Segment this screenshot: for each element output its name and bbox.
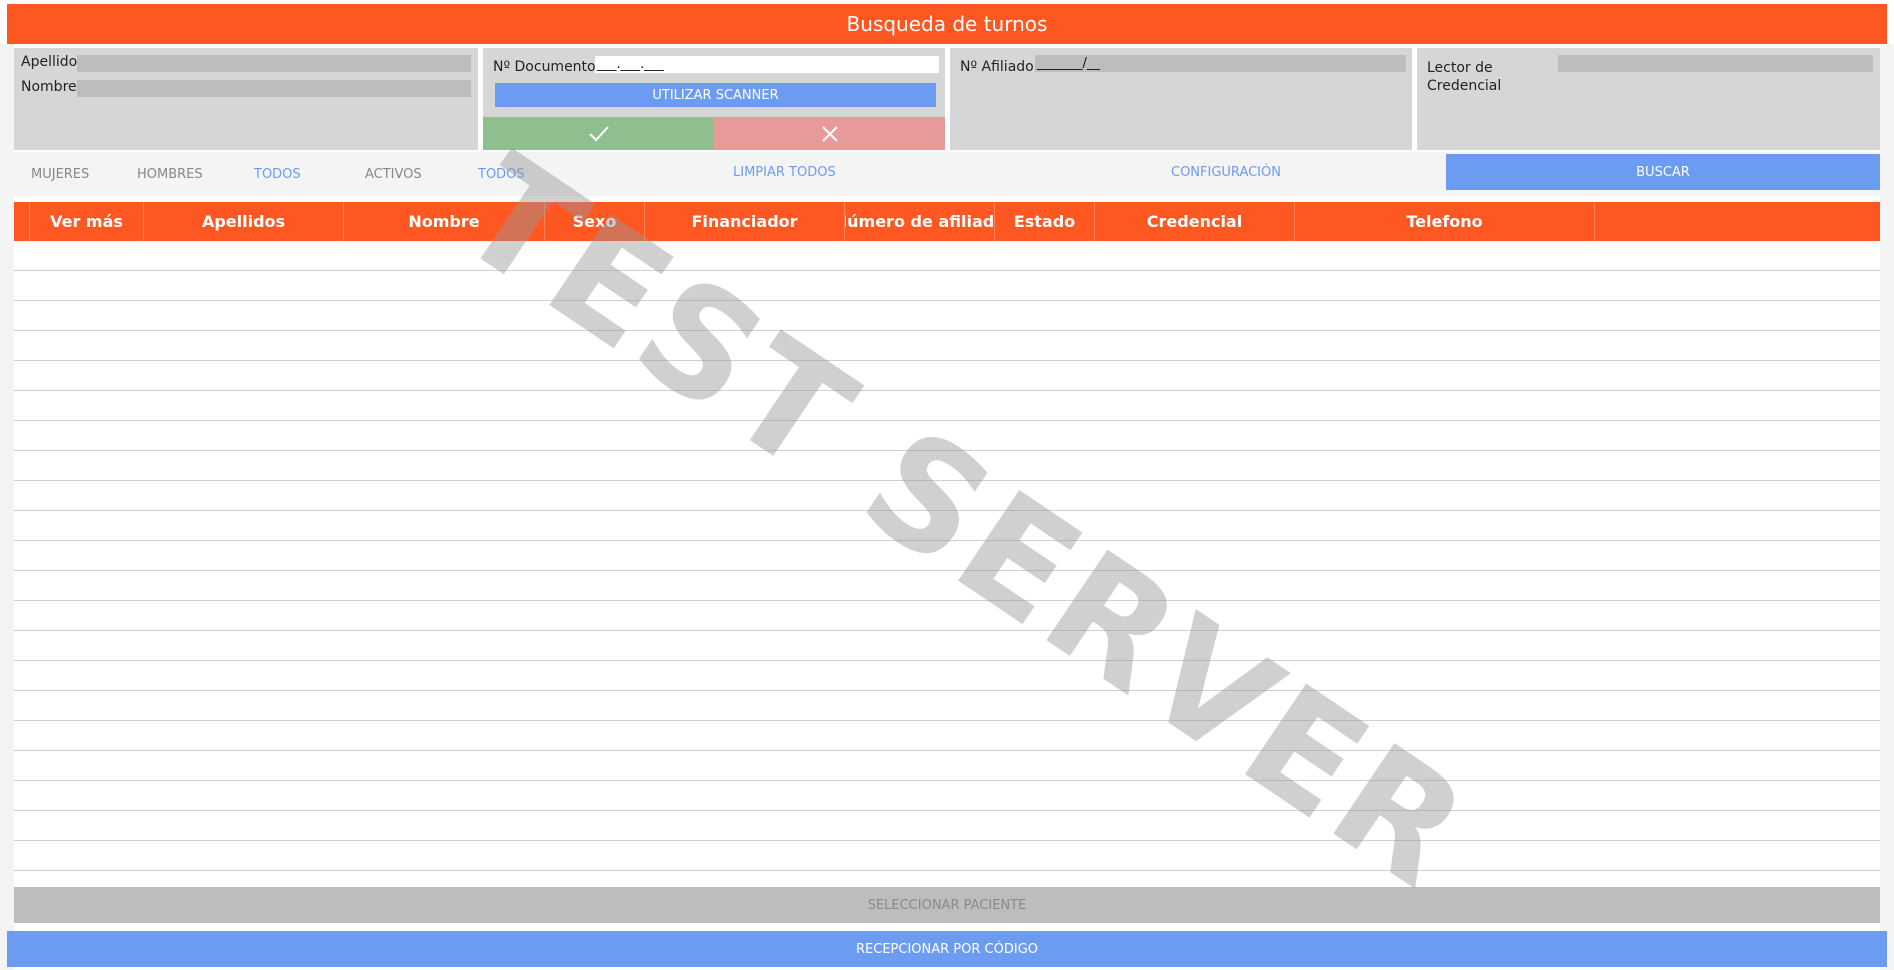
table-row[interactable]	[14, 631, 1880, 661]
column-header-estado[interactable]: Estado	[995, 202, 1095, 241]
table-row[interactable]	[14, 421, 1880, 451]
name-panel: Apellido Nombre	[14, 48, 478, 150]
use-scanner-button[interactable]: UTILIZAR SCANNER	[495, 83, 936, 107]
page-margin-right	[1880, 44, 1894, 970]
nombre-input[interactable]	[77, 80, 471, 97]
configuration-link[interactable]: CONFIGURACIÓN	[1171, 165, 1281, 180]
credential-reader-label: Lector de Credencial	[1427, 60, 1502, 94]
credential-reader-input[interactable]	[1558, 55, 1873, 72]
table-row[interactable]	[14, 841, 1880, 871]
table-row[interactable]	[14, 781, 1880, 811]
apellido-label: Apellido	[21, 54, 78, 70]
page-margin-left	[0, 44, 14, 970]
table-row[interactable]	[14, 271, 1880, 301]
table-row[interactable]	[14, 331, 1880, 361]
document-panel: Nº Documento ___.___.___ UTILIZAR SCANNE…	[483, 48, 945, 150]
table-row[interactable]	[14, 511, 1880, 541]
afiliado-label: Nº Afiliado	[960, 59, 1034, 75]
table-row[interactable]	[14, 661, 1880, 691]
table-row[interactable]	[14, 811, 1880, 841]
select-patient-button[interactable]: SELECCIONAR PACIENTE	[14, 887, 1880, 923]
column-header-nombre[interactable]: Nombre	[344, 202, 545, 241]
clear-all-link[interactable]: LIMPIAR TODOS	[733, 165, 836, 180]
table-row[interactable]	[14, 601, 1880, 631]
filter-todos-sexo[interactable]: TODOS	[254, 167, 301, 182]
table-row[interactable]	[14, 721, 1880, 751]
clear-document-button[interactable]	[714, 117, 945, 150]
column-header-credencial[interactable]: Credencial	[1095, 202, 1295, 241]
check-icon	[588, 125, 609, 141]
column-header-apellidos[interactable]: Apellidos	[144, 202, 344, 241]
results-table-header: Ver más Apellidos Nombre Sexo Financiado…	[14, 202, 1880, 241]
documento-label: Nº Documento	[493, 59, 596, 75]
table-row[interactable]	[14, 361, 1880, 391]
credential-reader-panel: Lector de Credencial	[1417, 48, 1880, 150]
table-row[interactable]	[14, 541, 1880, 571]
table-row[interactable]	[14, 481, 1880, 511]
column-header-financiador[interactable]: Financiador	[645, 202, 845, 241]
table-row[interactable]	[14, 751, 1880, 781]
column-header-selector	[14, 202, 30, 241]
apellido-input[interactable]	[77, 55, 471, 72]
table-row[interactable]	[14, 241, 1880, 271]
close-icon	[821, 125, 838, 142]
table-row[interactable]	[14, 691, 1880, 721]
search-button[interactable]: BUSCAR	[1446, 154, 1880, 190]
confirm-document-button[interactable]	[483, 117, 714, 150]
filter-todos-estado[interactable]: TODOS	[478, 167, 525, 182]
column-header-ver-mas[interactable]: Ver más	[30, 202, 144, 241]
documento-input[interactable]: ___.___.___	[595, 56, 939, 73]
afiliado-input[interactable]: _______/__	[1035, 55, 1406, 72]
page-title: Busqueda de turnos	[7, 4, 1887, 44]
column-header-numero-afiliado[interactable]: Número de afiliado	[845, 202, 995, 241]
affiliate-panel: Nº Afiliado _______/__	[950, 48, 1412, 150]
table-row[interactable]	[14, 301, 1880, 331]
column-header-sexo[interactable]: Sexo	[545, 202, 645, 241]
receive-by-code-button[interactable]: RECEPCIONAR POR CÓDIGO	[7, 931, 1887, 967]
filter-hombres[interactable]: HOMBRES	[137, 167, 203, 182]
column-header-telefono[interactable]: Telefono	[1295, 202, 1595, 241]
column-header-empty	[1595, 202, 1880, 241]
table-row[interactable]	[14, 391, 1880, 421]
results-table-body	[14, 241, 1880, 871]
filter-mujeres[interactable]: MUJERES	[31, 167, 89, 182]
nombre-label: Nombre	[21, 79, 77, 95]
filter-activos[interactable]: ACTIVOS	[365, 167, 422, 182]
table-row[interactable]	[14, 451, 1880, 481]
table-row[interactable]	[14, 571, 1880, 601]
